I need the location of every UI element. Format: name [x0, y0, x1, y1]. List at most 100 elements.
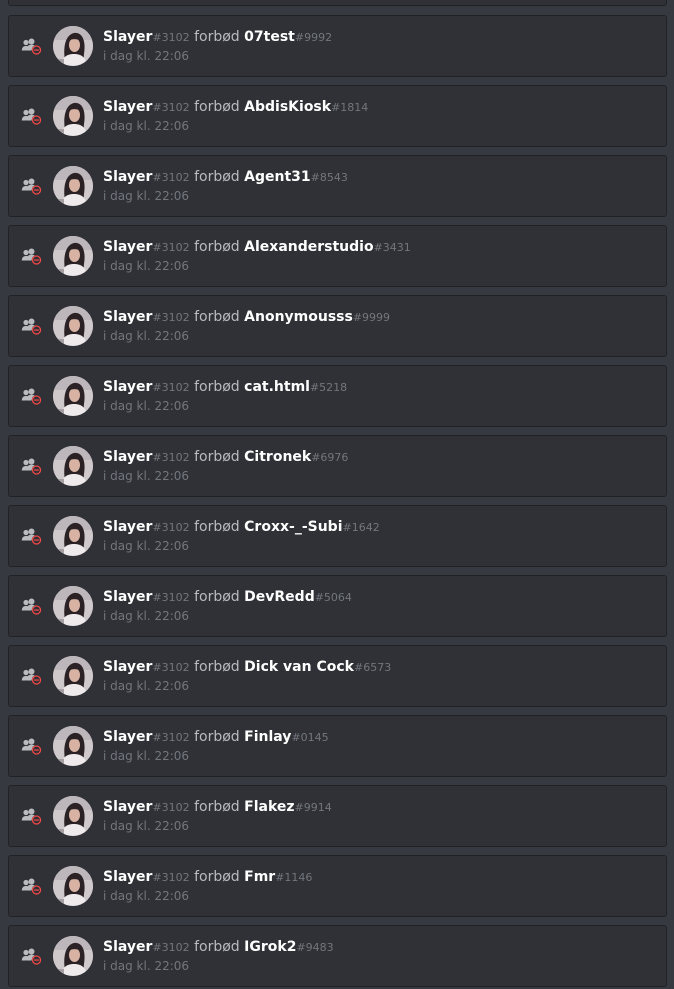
avatar-image [53, 236, 93, 276]
actor-discriminator: #3102 [152, 31, 190, 44]
audit-log-list: Slayer#3102 forbød 07test#9992 i dag kl.… [0, 0, 674, 989]
audit-log-entry[interactable]: Slayer#3102 forbød Croxx-_-Subi#1642 i d… [8, 505, 667, 567]
actor-name[interactable]: Slayer [103, 239, 152, 255]
actor-name[interactable]: Slayer [103, 659, 152, 675]
actor-name[interactable]: Slayer [103, 449, 152, 465]
avatar[interactable] [53, 446, 93, 486]
actor-name[interactable]: Slayer [103, 729, 152, 745]
action-label: forbød [194, 169, 240, 185]
avatar[interactable] [53, 26, 93, 66]
target-name[interactable]: Anonymousss [244, 309, 353, 325]
actor-name[interactable]: Slayer [103, 939, 152, 955]
member-ban-icon [21, 878, 42, 895]
actor-name[interactable]: Slayer [103, 29, 152, 45]
target-name[interactable]: AbdisKiosk [244, 99, 331, 115]
actor-name[interactable]: Slayer [103, 99, 152, 115]
entry-timestamp: i dag kl. 22:06 [103, 469, 190, 483]
target-name[interactable]: 07test [244, 29, 295, 45]
actor-discriminator: #3102 [152, 171, 190, 184]
entry-timestamp: i dag kl. 22:06 [103, 889, 190, 903]
actor-discriminator: #3102 [152, 381, 190, 394]
avatar[interactable] [53, 866, 93, 906]
action-label: forbød [194, 99, 240, 115]
audit-log-entry[interactable]: Slayer#3102 forbød Fmr#1146 i dag kl. 22… [8, 855, 667, 917]
avatar-image [53, 866, 93, 906]
actor-name[interactable]: Slayer [103, 799, 152, 815]
audit-log-entry[interactable]: Slayer#3102 forbød Finlay#0145 i dag kl.… [8, 715, 667, 777]
target-name[interactable]: DevRedd [244, 589, 315, 605]
avatar[interactable] [53, 96, 93, 136]
member-ban-icon [21, 318, 42, 335]
avatar[interactable] [53, 726, 93, 766]
member-ban-icon [21, 38, 42, 55]
target-name[interactable]: IGrok2 [244, 939, 296, 955]
avatar[interactable] [53, 236, 93, 276]
entry-summary: Slayer#3102 forbød 07test#9992 [103, 27, 332, 48]
avatar[interactable] [53, 376, 93, 416]
member-ban-icon [21, 458, 42, 475]
target-discriminator: #9483 [296, 941, 334, 954]
audit-log-entry[interactable]: Slayer#3102 forbød cat.html#5218 i dag k… [8, 365, 667, 427]
audit-log-entry-partial[interactable] [8, 0, 667, 6]
target-discriminator: #9914 [294, 801, 332, 814]
avatar-image [53, 446, 93, 486]
target-discriminator: #5218 [309, 381, 348, 394]
avatar-image [53, 96, 93, 136]
avatar[interactable] [53, 306, 93, 346]
actor-name[interactable]: Slayer [103, 589, 152, 605]
avatar-image [53, 726, 93, 766]
entry-summary: Slayer#3102 forbød Flakez#9914 [103, 797, 332, 818]
entry-summary: Slayer#3102 forbød IGrok2#9483 [103, 937, 334, 958]
entry-summary: Slayer#3102 forbød Anonymousss#9999 [103, 307, 390, 328]
avatar-image [53, 656, 93, 696]
actor-name[interactable]: Slayer [103, 869, 152, 885]
entry-summary: Slayer#3102 forbød AbdisKiosk#1814 [103, 97, 368, 118]
avatar[interactable] [53, 936, 93, 976]
target-discriminator: #9999 [352, 311, 391, 324]
audit-log-entry[interactable]: Slayer#3102 forbød IGrok2#9483 i dag kl.… [8, 925, 667, 987]
actor-discriminator: #3102 [152, 521, 190, 534]
avatar[interactable] [53, 516, 93, 556]
target-name[interactable]: Alexanderstudio [244, 239, 373, 255]
entry-timestamp: i dag kl. 22:06 [103, 959, 190, 973]
actor-name[interactable]: Slayer [103, 169, 152, 185]
audit-log-entry[interactable]: Slayer#3102 forbød Alexanderstudio#3431 … [8, 225, 667, 287]
target-name[interactable]: Citronek [244, 449, 311, 465]
actor-name[interactable]: Slayer [103, 379, 152, 395]
target-discriminator: #5064 [314, 591, 352, 604]
avatar[interactable] [53, 586, 93, 626]
avatar-image [53, 376, 93, 416]
target-name[interactable]: Croxx-_-Subi [244, 519, 342, 535]
audit-log-entry[interactable]: Slayer#3102 forbød AbdisKiosk#1814 i dag… [8, 85, 667, 147]
avatar[interactable] [53, 166, 93, 206]
actor-discriminator: #3102 [152, 941, 190, 954]
member-ban-icon [21, 808, 42, 825]
entry-timestamp: i dag kl. 22:06 [103, 189, 190, 203]
target-name[interactable]: Finlay [244, 729, 291, 745]
avatar[interactable] [53, 796, 93, 836]
entry-summary: Slayer#3102 forbød Dick van Cock#6573 [103, 657, 391, 678]
avatar-image [53, 306, 93, 346]
audit-log-entry[interactable]: Slayer#3102 forbød Citronek#6976 i dag k… [8, 435, 667, 497]
action-label: forbød [194, 939, 240, 955]
target-name[interactable]: cat.html [244, 379, 310, 395]
audit-log-entry[interactable]: Slayer#3102 forbød 07test#9992 i dag kl.… [8, 15, 667, 77]
actor-discriminator: #3102 [152, 661, 190, 674]
audit-log-entry[interactable]: Slayer#3102 forbød Anonymousss#9999 i da… [8, 295, 667, 357]
target-name[interactable]: Agent31 [244, 169, 311, 185]
target-discriminator: #1146 [275, 871, 313, 884]
audit-log-entry[interactable]: Slayer#3102 forbød Flakez#9914 i dag kl.… [8, 785, 667, 847]
actor-name[interactable]: Slayer [103, 519, 152, 535]
target-name[interactable]: Dick van Cock [244, 659, 354, 675]
target-name[interactable]: Fmr [244, 869, 275, 885]
avatar[interactable] [53, 656, 93, 696]
action-label: forbød [194, 379, 240, 395]
actor-name[interactable]: Slayer [103, 309, 152, 325]
action-label: forbød [194, 309, 240, 325]
target-name[interactable]: Flakez [244, 799, 294, 815]
audit-log-entry[interactable]: Slayer#3102 forbød Dick van Cock#6573 i … [8, 645, 667, 707]
member-ban-icon [21, 388, 42, 405]
audit-log-entry[interactable]: Slayer#3102 forbød DevRedd#5064 i dag kl… [8, 575, 667, 637]
audit-log-entry[interactable]: Slayer#3102 forbød Agent31#8543 i dag kl… [8, 155, 667, 217]
entry-timestamp: i dag kl. 22:06 [103, 819, 190, 833]
